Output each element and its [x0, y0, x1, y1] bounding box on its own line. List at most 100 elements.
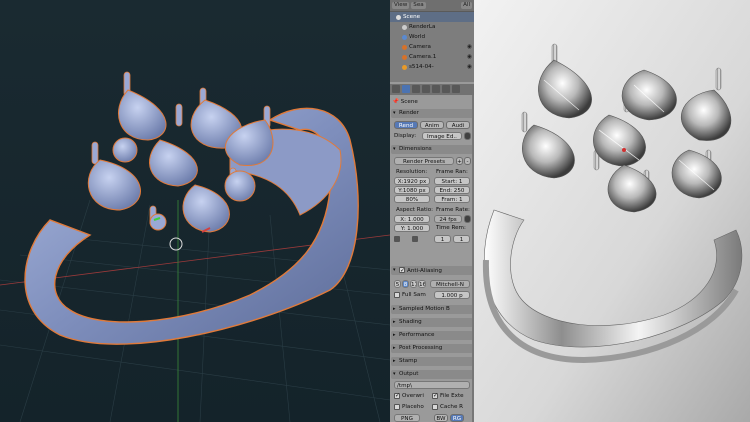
- full-sample-checkbox[interactable]: [394, 292, 400, 298]
- file-extensions-checkbox[interactable]: [432, 392, 438, 399]
- section-title: Stamp: [399, 358, 418, 364]
- aa-samples-16[interactable]: 16: [418, 280, 426, 288]
- visibility-eye-icon[interactable]: ◉: [467, 52, 472, 62]
- section-title: Shading: [399, 319, 422, 325]
- outliner-item-camera[interactable]: Camera ◉: [390, 42, 474, 52]
- section-title: Anti-Aliasing: [407, 268, 442, 274]
- file-format-dropdown[interactable]: PNG: [394, 414, 420, 422]
- aspect-y-field[interactable]: Y: 1.000: [394, 224, 430, 232]
- frame-end-field[interactable]: End: 250: [434, 186, 470, 194]
- render-section-header[interactable]: Render: [391, 109, 473, 118]
- section-title: Output: [399, 371, 419, 377]
- properties-panel: View Sea All Scene RenderLa World Camera…: [390, 0, 474, 422]
- color-bw-button[interactable]: BW: [434, 414, 448, 422]
- camera-icon: [402, 44, 407, 50]
- red-reflection-spot: [622, 148, 626, 152]
- tab-world-icon[interactable]: [412, 85, 420, 93]
- resolution-label: Resolution:: [396, 169, 428, 175]
- display-label: Display:: [394, 133, 417, 139]
- aa-samples-8[interactable]: 8: [402, 280, 409, 288]
- resolution-percent-field[interactable]: 80%: [394, 195, 430, 203]
- render-animation-button[interactable]: Anim: [420, 121, 444, 129]
- section-title: Post Processing: [399, 345, 443, 351]
- mesh-object-icon: [402, 64, 407, 70]
- screenshot-composite: View Sea All Scene RenderLa World Camera…: [0, 0, 750, 422]
- rendered-ring-scene: [474, 0, 750, 422]
- frame-step-field[interactable]: Fram: 1: [434, 195, 470, 203]
- 3d-viewport[interactable]: [0, 0, 390, 422]
- outliner-item-mesh[interactable]: s514-04- ◉: [390, 62, 474, 72]
- aa-filter-dropdown[interactable]: Mitchell-N: [430, 280, 470, 288]
- outliner-item-world[interactable]: World: [390, 32, 474, 42]
- color-rgb-button[interactable]: RG: [450, 414, 464, 422]
- render-image-button[interactable]: Rend: [394, 121, 418, 129]
- visibility-eye-icon[interactable]: ◉: [467, 62, 472, 72]
- shading-section-header[interactable]: Shading: [391, 318, 473, 327]
- aspect-ratio-label: Aspect Ratio:: [396, 207, 434, 213]
- render-presets-dropdown[interactable]: Render Presets: [394, 157, 454, 165]
- tab-modifier-icon[interactable]: [442, 85, 450, 93]
- frame-start-field[interactable]: Start: 1: [434, 177, 470, 185]
- resolution-x-field[interactable]: X:1920 px: [394, 177, 430, 185]
- tab-scene-icon[interactable]: [402, 85, 410, 93]
- placeholders-checkbox[interactable]: [394, 404, 400, 410]
- full-sample-label: Full Sam: [402, 292, 426, 298]
- cache-result-label: Cache R: [440, 404, 464, 410]
- sampled-motion-blur-section-header[interactable]: Sampled Motion B: [391, 305, 473, 314]
- tab-object-icon[interactable]: [422, 85, 430, 93]
- border-checkbox[interactable]: [394, 236, 400, 242]
- stamp-section-header[interactable]: Stamp: [391, 357, 473, 366]
- dimensions-section-header[interactable]: Dimensions: [391, 145, 473, 154]
- section-title: Dimensions: [399, 146, 432, 152]
- time-remap-new-field[interactable]: 1: [453, 235, 470, 243]
- display-toggle[interactable]: [464, 132, 471, 140]
- frame-rate-toggle[interactable]: [464, 215, 471, 223]
- time-remap-old-field[interactable]: 1: [434, 235, 451, 243]
- viewport-scene: [0, 0, 390, 422]
- outliner: View Sea All Scene RenderLa World Camera…: [390, 0, 474, 82]
- aa-samples-11[interactable]: 11: [410, 280, 417, 288]
- breadcrumb-scene: Scene: [400, 99, 418, 105]
- aa-samples-5[interactable]: 5: [394, 280, 401, 288]
- outliner-item-label: Scene: [403, 14, 421, 20]
- remove-preset-button[interactable]: -: [464, 157, 471, 165]
- anti-aliasing-checkbox[interactable]: [399, 266, 405, 275]
- aa-size-field[interactable]: 1.000 p: [434, 291, 470, 299]
- outliner-item-label: Camera: [409, 44, 431, 50]
- overwrite-label: Overwri: [402, 393, 424, 399]
- outliner-item-camera1[interactable]: Camera.1 ◉: [390, 52, 474, 62]
- outliner-item-scene[interactable]: Scene: [390, 12, 474, 22]
- outliner-item-label: World: [409, 34, 426, 40]
- section-title: Render: [399, 110, 419, 116]
- breadcrumb: 📌 Scene: [392, 99, 418, 105]
- outliner-item-label: s514-04-: [409, 64, 434, 70]
- visibility-eye-icon[interactable]: ◉: [467, 42, 472, 52]
- display-dropdown[interactable]: Image Ed..: [422, 132, 462, 140]
- rendered-image: [474, 0, 750, 422]
- tab-material-icon[interactable]: [452, 85, 460, 93]
- outliner-view-menu[interactable]: View: [392, 2, 410, 9]
- outliner-search-menu[interactable]: Sea: [411, 2, 426, 9]
- post-processing-section-header[interactable]: Post Processing: [391, 344, 473, 353]
- tab-constraint-icon[interactable]: [432, 85, 440, 93]
- add-preset-button[interactable]: +: [456, 157, 463, 165]
- overwrite-checkbox[interactable]: [394, 392, 400, 399]
- render-layer-icon: [402, 24, 407, 30]
- output-section-header[interactable]: Output: [391, 370, 473, 379]
- camera-icon: [402, 54, 407, 60]
- aspect-x-field[interactable]: X: 1.000: [394, 215, 430, 223]
- frame-rate-dropdown[interactable]: 24 fps: [434, 215, 462, 223]
- outliner-filter-dropdown[interactable]: All: [461, 2, 472, 9]
- outliner-header: View Sea All: [390, 0, 474, 12]
- output-path-field[interactable]: /tmp\: [394, 381, 470, 389]
- render-audio-button[interactable]: Audi: [446, 121, 470, 129]
- tab-render-icon[interactable]: [392, 85, 400, 93]
- cache-result-checkbox[interactable]: [432, 404, 438, 410]
- performance-section-header[interactable]: Performance: [391, 331, 473, 340]
- resolution-y-field[interactable]: Y:1080 px: [394, 186, 430, 194]
- crop-checkbox[interactable]: [412, 236, 418, 242]
- outliner-item-renderlayer[interactable]: RenderLa: [390, 22, 474, 32]
- outliner-item-label: RenderLa: [409, 24, 436, 30]
- section-title: Performance: [399, 332, 435, 338]
- anti-aliasing-section-header[interactable]: Anti-Aliasing: [391, 266, 473, 275]
